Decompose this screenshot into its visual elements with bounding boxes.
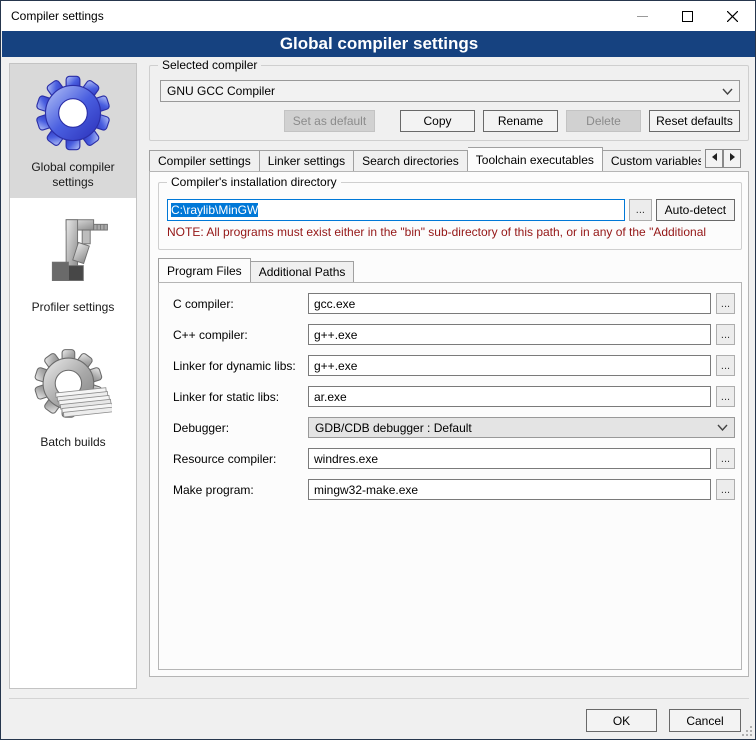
field-row-linker-static: Linker for static libs: ...	[159, 386, 741, 407]
settings-tab-bar: Compiler settings Linker settings Search…	[149, 147, 749, 171]
c-compiler-browse-button[interactable]: ...	[716, 293, 735, 314]
sidebar-item-label: Global compiler settings	[12, 160, 134, 190]
installation-note-text: NOTE: All programs must exist either in …	[167, 225, 741, 239]
field-label: Linker for dynamic libs:	[173, 359, 308, 373]
field-label: Linker for static libs:	[173, 390, 308, 404]
linker-dynamic-input[interactable]	[308, 355, 711, 376]
sidebar-item-label: Profiler settings	[32, 300, 115, 315]
field-label: Resource compiler:	[173, 452, 308, 466]
tab-additional-paths[interactable]: Additional Paths	[251, 261, 355, 282]
chevron-down-icon	[717, 424, 728, 431]
tab-scroll-left-button[interactable]	[705, 149, 723, 168]
tab-scroll-buttons	[705, 149, 741, 168]
dialog-header-title: Global compiler settings	[280, 34, 478, 54]
chevron-down-icon	[722, 88, 733, 95]
field-row-linker-dynamic: Linker for dynamic libs: ...	[159, 355, 741, 376]
program-files-panel: C compiler: ... C++ compiler: ... Linker…	[158, 282, 742, 670]
resource-compiler-input[interactable]	[308, 448, 711, 469]
settings-tab-strip: Compiler settings Linker settings Search…	[149, 147, 701, 171]
installation-directory-group-label: Compiler's installation directory	[167, 175, 341, 189]
debugger-dropdown[interactable]: GDB/CDB debugger : Default	[308, 417, 735, 438]
sidebar-item-profiler-settings[interactable]: Profiler settings	[10, 204, 136, 323]
window-title: Compiler settings	[11, 9, 104, 23]
field-row-make-program: Make program: ...	[159, 479, 741, 500]
cpp-compiler-input[interactable]	[308, 324, 711, 345]
close-button[interactable]	[710, 1, 755, 31]
tab-toolchain-executables[interactable]: Toolchain executables	[468, 147, 603, 171]
compiler-actions: Set as default Copy Rename Delete Reset …	[150, 110, 740, 132]
linker-static-input[interactable]	[308, 386, 711, 407]
settings-category-list: Global compiler settings	[9, 63, 137, 689]
tab-compiler-settings[interactable]: Compiler settings	[149, 150, 260, 171]
c-compiler-input[interactable]	[308, 293, 711, 314]
tab-custom-variables[interactable]: Custom variables	[603, 150, 701, 171]
field-row-c-compiler: C compiler: ...	[159, 293, 741, 314]
selected-compiler-value: GNU GCC Compiler	[167, 84, 275, 98]
dialog-header: Global compiler settings	[2, 31, 756, 57]
tab-scroll-right-button[interactable]	[723, 149, 741, 168]
linker-static-browse-button[interactable]: ...	[716, 386, 735, 407]
cpp-compiler-browse-button[interactable]: ...	[716, 324, 735, 345]
arrow-left-icon	[711, 153, 718, 161]
reset-defaults-button[interactable]: Reset defaults	[649, 110, 740, 132]
caliper-icon	[34, 210, 112, 296]
grey-gear-stack-icon	[34, 345, 112, 431]
sidebar-item-batch-builds[interactable]: Batch builds	[10, 339, 136, 458]
field-label: Debugger:	[173, 421, 308, 435]
sidebar-item-label: Batch builds	[40, 435, 105, 450]
delete-button[interactable]: Delete	[566, 110, 641, 132]
toolchain-executables-page: Compiler's installation directory C:\ray…	[149, 171, 749, 677]
auto-detect-button[interactable]: Auto-detect	[656, 199, 735, 221]
compiler-settings-dialog: Compiler settings Global compiler settin…	[0, 0, 756, 740]
field-label: C++ compiler:	[173, 328, 308, 342]
field-row-cpp-compiler: C++ compiler: ...	[159, 324, 741, 345]
resource-compiler-browse-button[interactable]: ...	[716, 448, 735, 469]
installation-directory-row: C:\raylib\MinGW ... Auto-detect	[167, 199, 735, 221]
make-program-input[interactable]	[308, 479, 711, 500]
field-label: Make program:	[173, 483, 308, 497]
rename-button[interactable]: Rename	[483, 110, 558, 132]
title-bar[interactable]: Compiler settings	[1, 1, 755, 31]
sidebar-item-global-compiler-settings[interactable]: Global compiler settings	[10, 64, 136, 198]
selected-compiler-group-label: Selected compiler	[158, 58, 261, 72]
maximize-button[interactable]	[665, 1, 710, 31]
tab-search-directories[interactable]: Search directories	[354, 150, 468, 171]
maximize-icon	[682, 11, 693, 22]
field-row-debugger: Debugger: GDB/CDB debugger : Default	[159, 417, 741, 438]
field-row-resource-compiler: Resource compiler: ...	[159, 448, 741, 469]
linker-dynamic-browse-button[interactable]: ...	[716, 355, 735, 376]
ok-button[interactable]: OK	[586, 709, 657, 732]
selected-compiler-dropdown[interactable]: GNU GCC Compiler	[160, 80, 740, 102]
tab-program-files[interactable]: Program Files	[158, 258, 251, 282]
installation-directory-input[interactable]: C:\raylib\MinGW	[167, 199, 625, 221]
tab-linker-settings[interactable]: Linker settings	[260, 150, 354, 171]
resize-grip[interactable]	[742, 726, 752, 736]
copy-button[interactable]: Copy	[400, 110, 475, 132]
minimize-icon	[637, 11, 648, 22]
installation-directory-group: Compiler's installation directory C:\ray…	[158, 182, 742, 250]
make-program-browse-button[interactable]: ...	[716, 479, 735, 500]
cancel-button[interactable]: Cancel	[669, 709, 741, 732]
set-as-default-button[interactable]: Set as default	[284, 110, 375, 132]
minimize-button[interactable]	[620, 1, 665, 31]
footer-divider	[9, 698, 749, 699]
blue-gear-icon	[34, 70, 112, 156]
browse-directory-button[interactable]: ...	[629, 199, 652, 221]
installation-directory-selected-text: C:\raylib\MinGW	[171, 203, 258, 217]
debugger-value: GDB/CDB debugger : Default	[315, 421, 472, 435]
program-tab-bar: Program Files Additional Paths	[158, 258, 742, 282]
selected-compiler-group: Selected compiler GNU GCC Compiler Set a…	[149, 65, 749, 141]
field-label: C compiler:	[173, 297, 308, 311]
close-icon	[727, 11, 738, 22]
arrow-right-icon	[729, 153, 736, 161]
